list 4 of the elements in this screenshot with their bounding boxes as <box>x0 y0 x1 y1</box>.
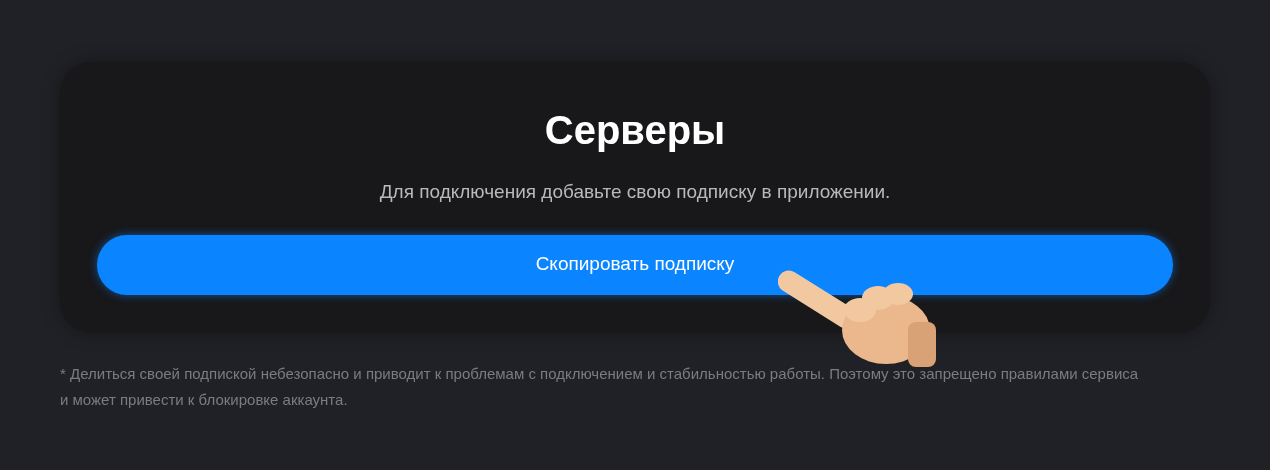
footnote-text: * Делиться своей подпиской небезопасно и приводит к проблемам с подключением и стабильностью работы. Поэтому это запрещено правилами сервиса и может привести к блокировке аккаунта. <box>60 363 1140 410</box>
card-title: Серверы <box>543 107 727 154</box>
copy-subscription-button[interactable]: Скопировать подписку <box>97 234 1173 295</box>
card-description: Для подключения добавьте свою подписку в приложении. <box>378 180 892 204</box>
